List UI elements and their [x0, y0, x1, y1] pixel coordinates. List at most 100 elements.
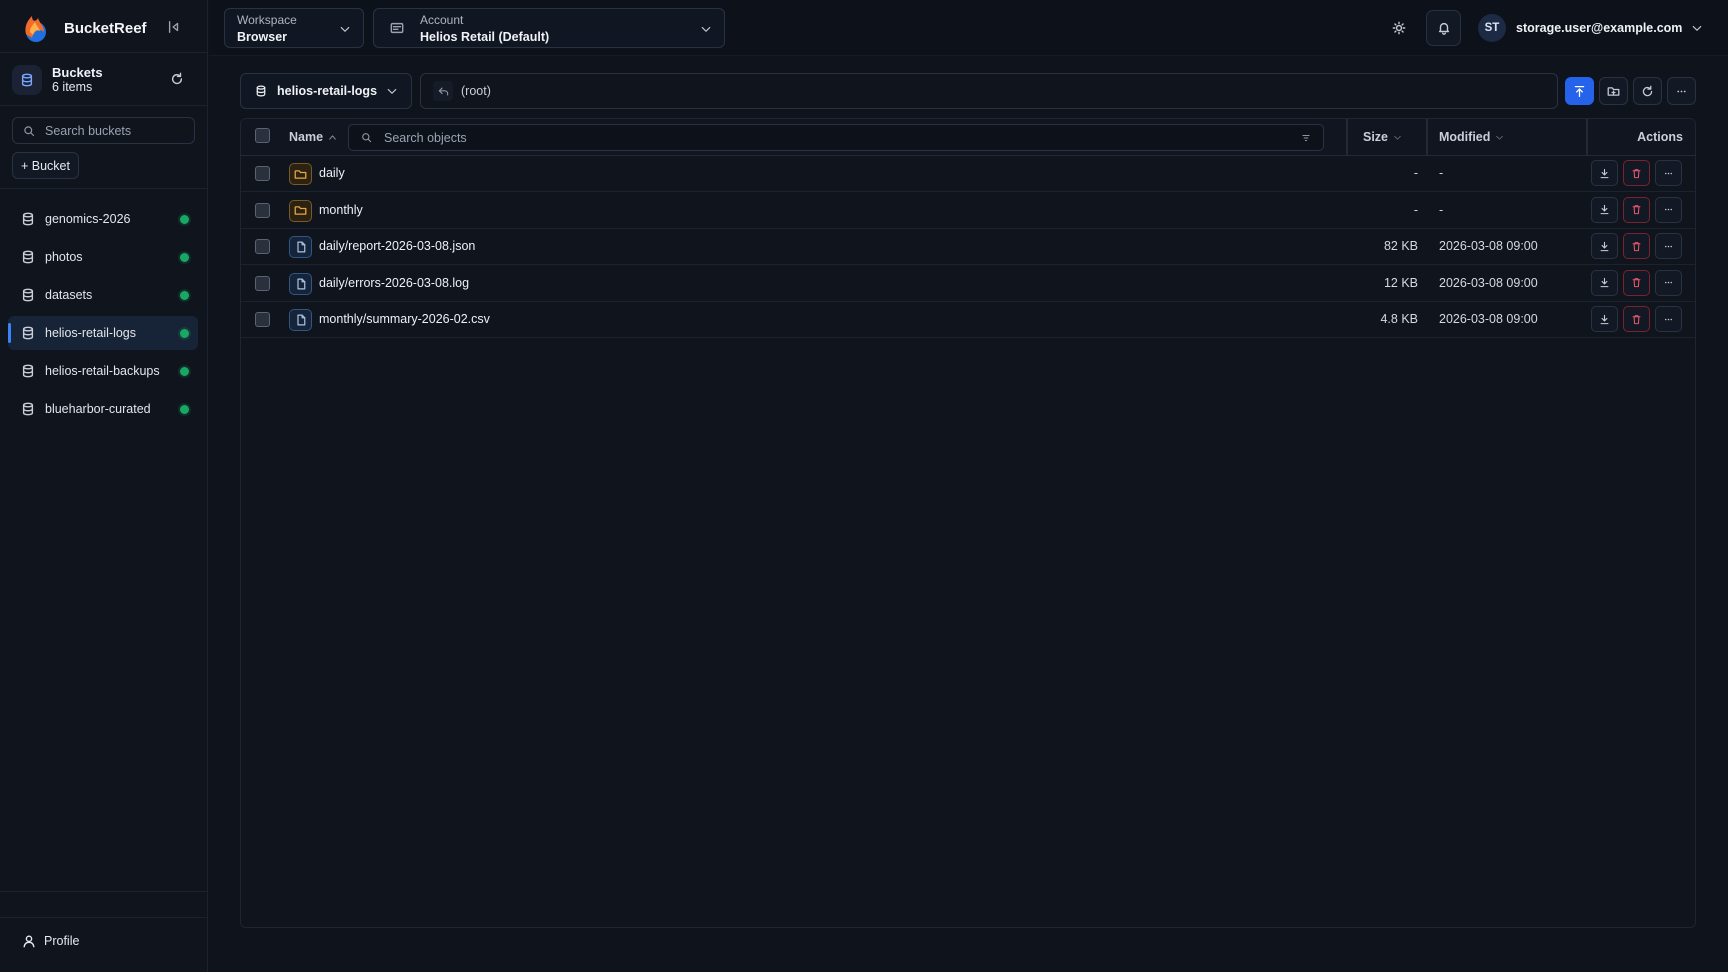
object-name[interactable]: monthly: [319, 203, 363, 217]
download-button[interactable]: [1591, 269, 1618, 296]
ellipsis-icon: [1677, 90, 1686, 92]
table-row[interactable]: monthly - -: [241, 193, 1695, 229]
table-row[interactable]: daily - -: [241, 156, 1695, 192]
delete-button[interactable]: [1623, 269, 1650, 296]
sidebar-item-bucket[interactable]: blueharbor-curated: [8, 392, 198, 426]
object-size: 82 KB: [1383, 239, 1418, 253]
row-checkbox[interactable]: [255, 202, 270, 218]
row-checkbox[interactable]: [255, 312, 270, 327]
folder-icon: [289, 163, 312, 185]
add-bucket-button[interactable]: + Bucket: [12, 152, 79, 179]
new-folder-button[interactable]: [1599, 77, 1628, 105]
trash-icon: [1632, 241, 1641, 251]
sidebar-item-label: blueharbor-curated: [45, 402, 151, 416]
search-objects-field[interactable]: [348, 124, 1324, 151]
row-checkbox[interactable]: [255, 239, 270, 254]
object-size: 12 KB: [1383, 275, 1418, 290]
theme-toggle-sun-icon[interactable]: [1388, 17, 1410, 39]
sidebar-item-label: helios-retail-backups: [45, 364, 160, 378]
delete-button[interactable]: [1623, 306, 1650, 332]
status-online-dot: [180, 367, 189, 376]
row-checkbox[interactable]: [255, 166, 270, 181]
column-divider[interactable]: [1346, 119, 1348, 156]
more-options-button[interactable]: [1667, 77, 1696, 105]
refresh-icon: [1642, 85, 1653, 96]
workspace-select[interactable]: Workspace Browser: [224, 8, 364, 48]
bucket-list: genomics-2026 photos datasets helios-retail…: [8, 202, 198, 430]
buckets-header: Buckets 6 items: [12, 62, 192, 98]
path-bar[interactable]: (root): [420, 73, 1558, 109]
column-modified-header[interactable]: Modified: [1439, 130, 1504, 144]
row-more-button[interactable]: [1655, 196, 1682, 223]
delete-button[interactable]: [1623, 160, 1650, 186]
delete-button[interactable]: [1623, 233, 1650, 259]
row-more-button[interactable]: [1655, 269, 1682, 296]
download-button[interactable]: [1591, 160, 1618, 186]
search-buckets-field[interactable]: [12, 117, 195, 144]
sidebar-item-label: genomics-2026: [45, 212, 131, 226]
database-icon: [22, 326, 34, 340]
status-online-dot: [180, 329, 189, 338]
row-more-button[interactable]: [1655, 160, 1682, 186]
row-checkbox[interactable]: [255, 275, 270, 291]
column-divider[interactable]: [1426, 119, 1428, 156]
sidebar-item-bucket[interactable]: photos: [8, 240, 198, 274]
object-name[interactable]: daily/report-2026-03-08.json: [319, 239, 475, 253]
profile-link[interactable]: Profile: [22, 934, 79, 948]
ellipsis-icon: [1664, 208, 1673, 211]
file-icon: [289, 272, 312, 295]
column-name-label: Name: [289, 130, 324, 144]
avatar: ST: [1478, 14, 1506, 42]
select-all-checkbox[interactable]: [255, 128, 270, 143]
download-icon: [1600, 204, 1609, 215]
top-bar: Workspace Browser Account Helios Retail …: [209, 0, 1728, 56]
row-more-button[interactable]: [1655, 306, 1682, 332]
refresh-buckets-icon[interactable]: [170, 72, 186, 88]
object-size: -: [1413, 202, 1418, 217]
download-button[interactable]: [1591, 306, 1618, 332]
upload-button[interactable]: [1565, 77, 1594, 105]
bucket-select[interactable]: helios-retail-logs: [240, 73, 412, 109]
column-divider[interactable]: [1586, 119, 1588, 156]
collapse-sidebar-icon[interactable]: [164, 17, 184, 37]
column-modified-label: Modified: [1439, 130, 1491, 144]
search-icon: [24, 125, 35, 136]
table-row[interactable]: daily/report-2026-03-08.json 82 KB 2026-03…: [241, 229, 1695, 265]
status-online-dot: [180, 253, 189, 262]
object-name[interactable]: monthly/summary-2026-02.csv: [319, 312, 490, 326]
object-name[interactable]: daily/errors-2026-03-08.log: [319, 276, 469, 290]
table-row[interactable]: daily/errors-2026-03-08.log 12 KB 2026-03-…: [241, 266, 1695, 302]
filter-icon[interactable]: [1301, 133, 1311, 143]
column-actions-header: Actions: [1637, 130, 1683, 144]
ellipsis-icon: [1664, 245, 1673, 247]
upload-icon: [1574, 85, 1585, 97]
sidebar-item-bucket[interactable]: genomics-2026: [8, 202, 198, 236]
database-icon: [22, 212, 34, 226]
sidebar-item-bucket[interactable]: helios-retail-logs: [8, 316, 198, 350]
column-name-header[interactable]: Name: [289, 130, 337, 144]
download-icon: [1600, 314, 1609, 324]
row-more-button[interactable]: [1655, 233, 1682, 259]
delete-button[interactable]: [1623, 196, 1650, 223]
download-button[interactable]: [1591, 196, 1618, 223]
refresh-button[interactable]: [1633, 77, 1662, 105]
account-select[interactable]: Account Helios Retail (Default): [373, 8, 725, 48]
sort-ascending-icon: [329, 134, 336, 140]
trash-icon: [1632, 314, 1641, 324]
notifications-button[interactable]: [1426, 10, 1461, 46]
navigate-up-icon[interactable]: [433, 81, 453, 101]
sidebar: BucketReef Buckets 6 items + Bucket geno…: [0, 0, 208, 972]
database-icon: [22, 364, 34, 378]
object-name[interactable]: daily: [319, 166, 345, 180]
column-size-header[interactable]: Size: [1363, 130, 1402, 144]
file-icon: [289, 236, 312, 258]
table-row[interactable]: monthly/summary-2026-02.csv 4.8 KB 2026-03…: [241, 302, 1695, 338]
sidebar-item-bucket[interactable]: datasets: [8, 278, 198, 312]
search-objects-input[interactable]: [384, 130, 1284, 145]
search-buckets-input[interactable]: [45, 123, 185, 138]
object-modified: -: [1439, 202, 1444, 217]
user-menu[interactable]: ST storage.user@example.com: [1478, 14, 1703, 42]
sidebar-item-bucket[interactable]: helios-retail-backups: [8, 354, 198, 388]
download-button[interactable]: [1591, 233, 1618, 259]
brand[interactable]: BucketReef: [18, 10, 147, 46]
